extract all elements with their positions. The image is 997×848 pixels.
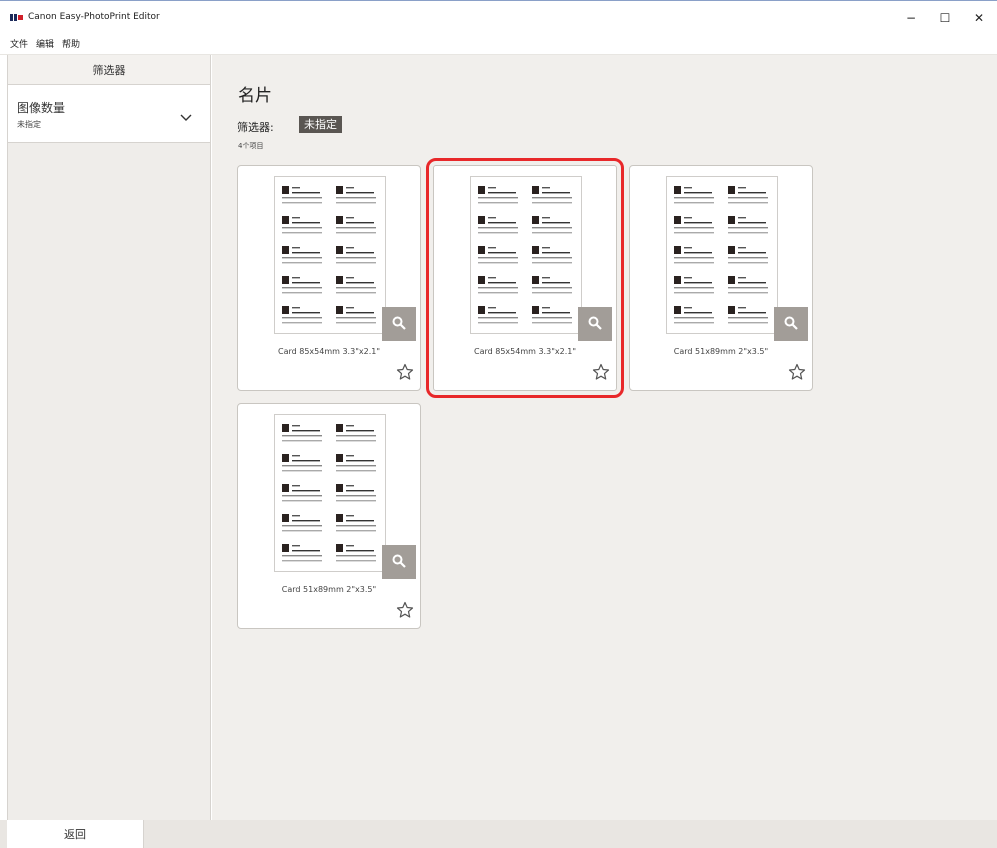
- card-preview-cell: [280, 541, 326, 567]
- star-icon[interactable]: [592, 363, 610, 381]
- main-content: 名片 筛选器: 未指定 4个项目 Card 85x54mm 3.3"x2.1" …: [212, 55, 997, 820]
- card-preview-cell: [476, 243, 522, 269]
- template-thumbnail[interactable]: [470, 176, 582, 334]
- zoom-button[interactable]: [774, 307, 808, 341]
- star-icon[interactable]: [788, 363, 806, 381]
- card-preview-cell: [672, 213, 718, 239]
- card-preview-cell: [280, 273, 326, 299]
- template-card-selected[interactable]: Card 85x54mm 3.3"x2.1": [426, 158, 624, 398]
- maximize-button[interactable]: ☐: [928, 1, 962, 34]
- chevron-down-icon[interactable]: [180, 107, 192, 121]
- card-preview-cell: [280, 213, 326, 239]
- menu-edit[interactable]: 编辑: [36, 37, 54, 50]
- card-preview-cell: [672, 183, 718, 209]
- card-label: Card 51x89mm 2"x3.5": [281, 585, 377, 594]
- card-preview-cell: [476, 273, 522, 299]
- template-thumbnail[interactable]: [274, 176, 386, 334]
- star-icon[interactable]: [396, 363, 414, 381]
- template-thumbnail[interactable]: [666, 176, 778, 334]
- app-logo-icon: [10, 12, 24, 22]
- card-preview-cell: [280, 481, 326, 507]
- card-preview-cell: [334, 303, 380, 329]
- window-title: Canon Easy-PhotoPrint Editor: [28, 12, 160, 22]
- card-preview-cell: [672, 303, 718, 329]
- card-preview-cell: [334, 541, 380, 567]
- card-preview-cell: [280, 451, 326, 477]
- card-preview-cell: [726, 213, 772, 239]
- template-thumbnail[interactable]: [274, 414, 386, 572]
- filter-title: 图像数量: [17, 101, 66, 115]
- card-label: Card 51x89mm 2"x3.5": [673, 347, 769, 356]
- card-preview-cell: [672, 243, 718, 269]
- card-preview-cell: [726, 273, 772, 299]
- card-preview-cell: [280, 511, 326, 537]
- magnifier-icon: [588, 315, 602, 334]
- card-preview-cell: [476, 213, 522, 239]
- zoom-button[interactable]: [578, 307, 612, 341]
- menu-bar: 文件 编辑 帮助: [0, 33, 997, 55]
- card-preview-cell: [334, 243, 380, 269]
- filter-label: 筛选器:: [237, 121, 274, 134]
- card-preview-cell: [280, 243, 326, 269]
- card-label: Card 85x54mm 3.3"x2.1": [277, 347, 381, 356]
- filter-image-count[interactable]: 图像数量 未指定: [8, 85, 210, 143]
- card-preview-cell: [530, 273, 576, 299]
- card-preview-cell: [334, 183, 380, 209]
- card-preview-cell: [726, 243, 772, 269]
- filter-sidebar: 筛选器 图像数量 未指定: [7, 55, 211, 820]
- page-title: 名片: [238, 86, 272, 106]
- card-preview-cell: [530, 243, 576, 269]
- card-preview-cell: [334, 451, 380, 477]
- card-preview-cell: [334, 421, 380, 447]
- magnifier-icon: [392, 553, 406, 572]
- card-preview-cell: [530, 213, 576, 239]
- zoom-button[interactable]: [382, 545, 416, 579]
- card-preview-cell: [726, 303, 772, 329]
- template-card[interactable]: Card 85x54mm 3.3"x2.1": [237, 165, 421, 391]
- card-preview-cell: [476, 183, 522, 209]
- card-label: Card 85x54mm 3.3"x2.1": [473, 347, 577, 356]
- card-preview-cell: [476, 303, 522, 329]
- card-preview-cell: [280, 183, 326, 209]
- close-button[interactable]: ✕: [962, 1, 996, 34]
- filter-chip[interactable]: 未指定: [299, 116, 342, 133]
- magnifier-icon: [784, 315, 798, 334]
- card-preview-cell: [334, 511, 380, 537]
- card-preview-cell: [334, 273, 380, 299]
- zoom-button[interactable]: [382, 307, 416, 341]
- magnifier-icon: [392, 315, 406, 334]
- item-count: 4个项目: [238, 142, 264, 150]
- menu-help[interactable]: 帮助: [62, 37, 80, 50]
- card-preview-cell: [530, 183, 576, 209]
- title-bar: Canon Easy-PhotoPrint Editor − ☐ ✕: [0, 0, 997, 33]
- template-card[interactable]: Card 51x89mm 2"x3.5": [237, 403, 421, 629]
- footer-bar: 返回: [0, 820, 997, 848]
- card-preview-cell: [726, 183, 772, 209]
- back-button[interactable]: 返回: [7, 820, 144, 848]
- card-preview-cell: [334, 213, 380, 239]
- sidebar-header: 筛选器: [8, 55, 210, 85]
- card-preview-cell: [280, 421, 326, 447]
- star-icon[interactable]: [396, 601, 414, 619]
- template-card[interactable]: Card 51x89mm 2"x3.5": [629, 165, 813, 391]
- menu-file[interactable]: 文件: [10, 37, 28, 50]
- card-preview-cell: [530, 303, 576, 329]
- minimize-button[interactable]: −: [894, 1, 928, 34]
- card-preview-cell: [672, 273, 718, 299]
- card-preview-cell: [280, 303, 326, 329]
- card-preview-cell: [334, 481, 380, 507]
- filter-value: 未指定: [17, 120, 41, 129]
